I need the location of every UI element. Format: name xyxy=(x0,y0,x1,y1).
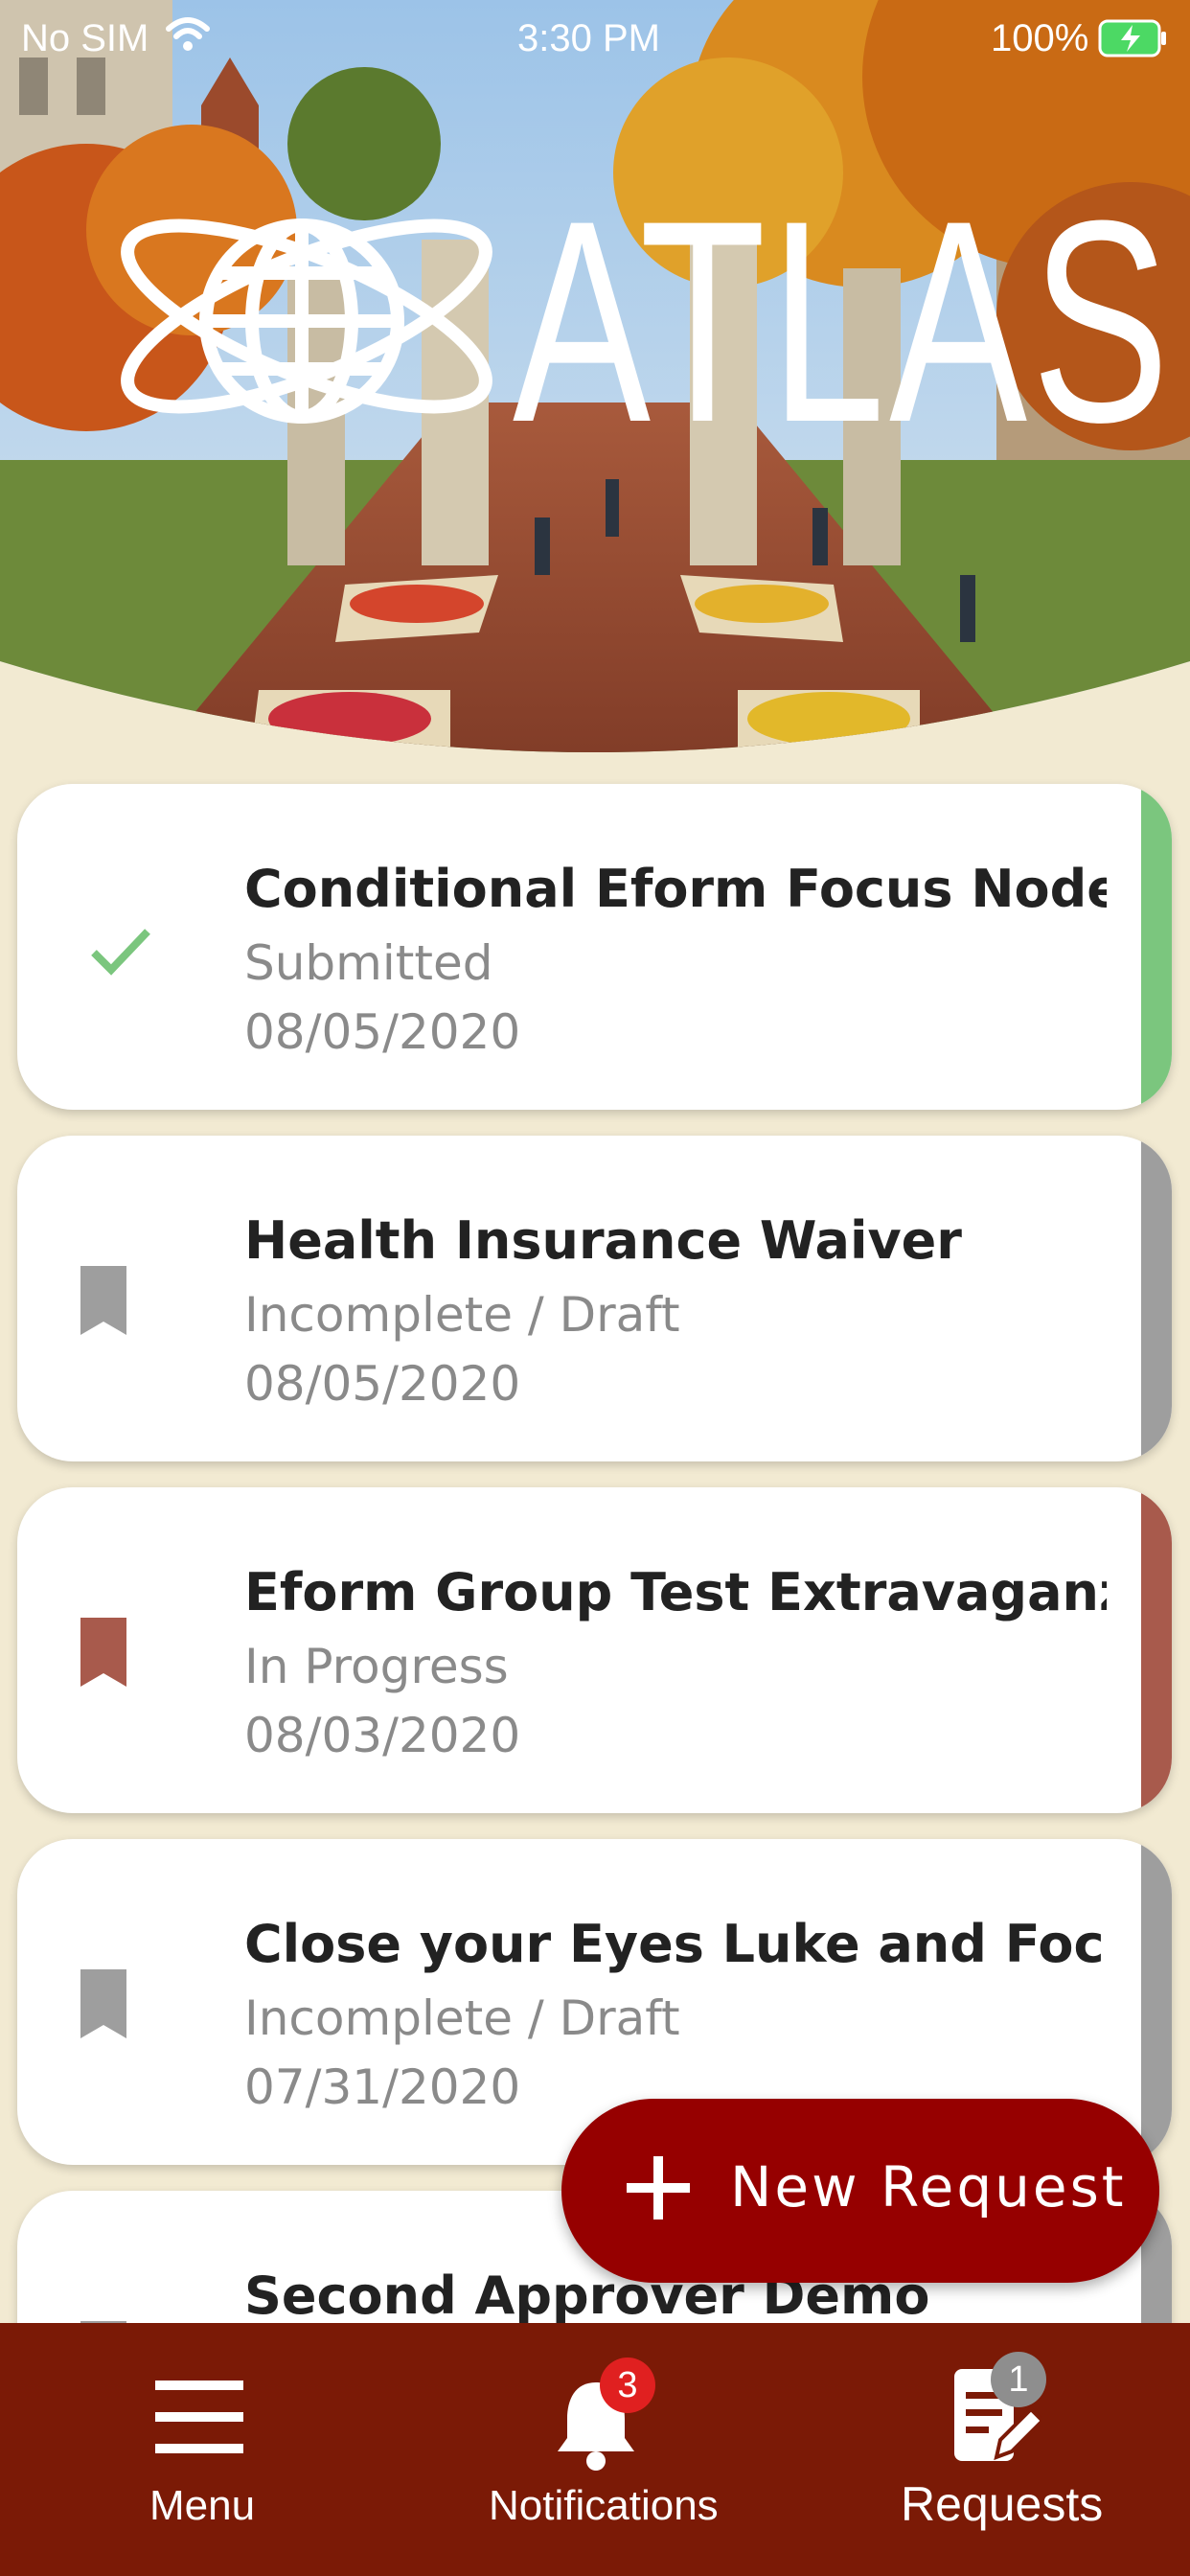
status-stripe xyxy=(1141,1839,1172,2165)
request-date: 07/31/2020 xyxy=(244,2059,521,2115)
hamburger-menu-icon xyxy=(155,2380,243,2457)
notifications-badge: 3 xyxy=(600,2358,655,2413)
header-banner: No SIM 3:30 PM 100% ATLAS xyxy=(0,0,1190,786)
status-stripe xyxy=(1141,1136,1172,1461)
request-card[interactable]: Eform Group Test Extravaganza 2... In Pr… xyxy=(17,1487,1172,1813)
wifi-icon xyxy=(165,15,211,63)
request-card[interactable]: Health Insurance Waiver Incomplete / Dra… xyxy=(17,1136,1172,1461)
new-request-button[interactable]: New Request xyxy=(561,2099,1159,2283)
battery-charging-icon xyxy=(1098,19,1167,67)
nav-menu-label: Menu xyxy=(149,2482,256,2529)
status-stripe xyxy=(1141,784,1172,1110)
request-status: Submitted xyxy=(244,935,493,991)
battery-percentage: 100% xyxy=(991,17,1089,59)
request-title: Conditional Eform Focus Node ... xyxy=(244,859,1107,919)
clock: 3:30 PM xyxy=(517,17,660,59)
request-status: Incomplete / Draft xyxy=(244,1990,680,2046)
plus-icon xyxy=(627,2156,690,2223)
bottom-navigation: Menu 3 Notifications 1 Requests xyxy=(0,2323,1190,2576)
nav-menu[interactable]: Menu xyxy=(96,2323,307,2576)
request-status: In Progress xyxy=(244,1639,509,1694)
nav-requests[interactable]: 1 Requests xyxy=(881,2323,1169,2576)
bookmark-icon xyxy=(80,1969,126,2042)
carrier-label: No SIM xyxy=(21,17,149,59)
requests-badge: 1 xyxy=(991,2352,1046,2407)
request-status: Incomplete / Draft xyxy=(244,1287,680,1343)
request-title: Health Insurance Waiver xyxy=(244,1210,962,1271)
request-date: 08/05/2020 xyxy=(244,1356,521,1412)
bookmark-icon xyxy=(80,1266,126,1339)
globe-orbit-icon xyxy=(115,182,517,473)
request-date: 08/03/2020 xyxy=(244,1708,521,1763)
nav-notifications[interactable]: 3 Notifications xyxy=(460,2323,747,2576)
checkmark-icon xyxy=(90,926,151,981)
new-request-label: New Request xyxy=(730,2154,1127,2220)
request-card[interactable]: Conditional Eform Focus Node ... Submitt… xyxy=(17,784,1172,1110)
status-stripe xyxy=(1141,1487,1172,1813)
request-title: Eform Group Test Extravaganza 2... xyxy=(244,1562,1107,1622)
status-bar: No SIM 3:30 PM 100% xyxy=(0,0,1190,86)
request-title: Close your Eyes Luke and Focus ... xyxy=(244,1914,1107,1974)
request-date: 08/05/2020 xyxy=(244,1004,521,1060)
nav-notifications-label: Notifications xyxy=(489,2482,719,2529)
app-logo-text: ATLAS xyxy=(513,160,1174,482)
bookmark-icon xyxy=(80,1618,126,1690)
nav-requests-label: Requests xyxy=(901,2477,1104,2531)
